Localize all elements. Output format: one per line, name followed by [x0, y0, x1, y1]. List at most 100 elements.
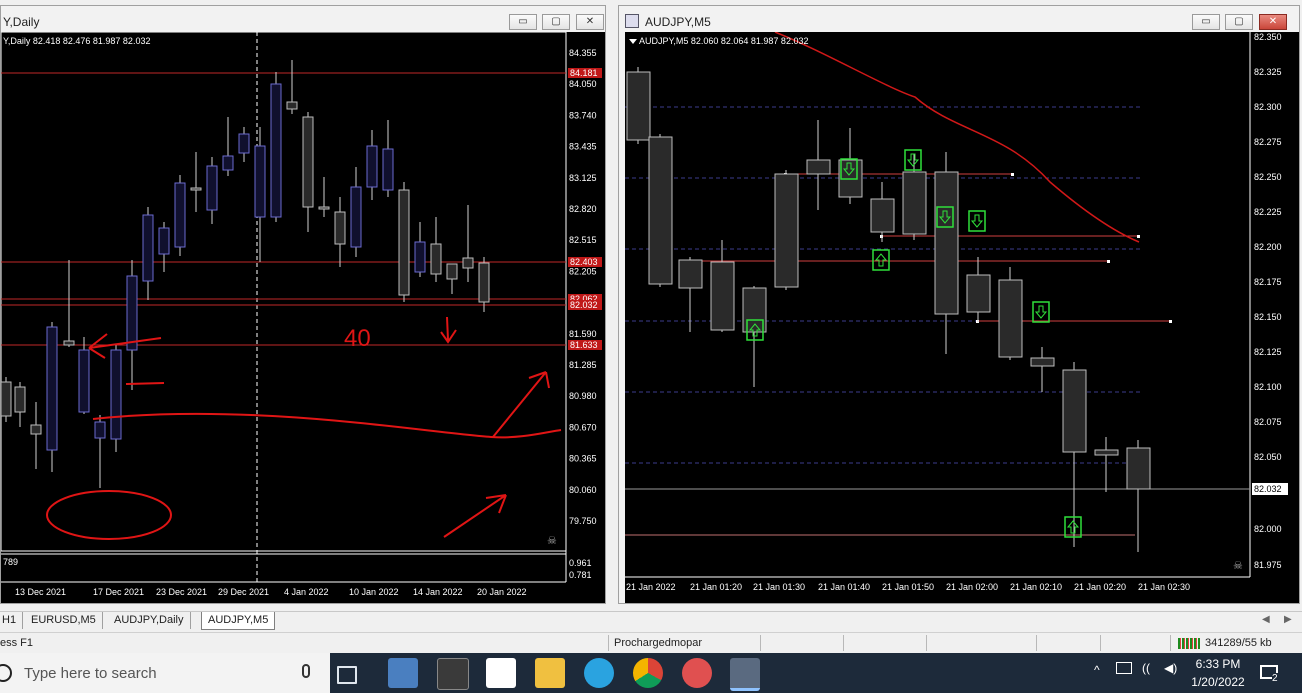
candle-body	[206, 165, 218, 211]
metatrader-icon[interactable]	[730, 658, 760, 691]
date-tick-label: 13 Dec 2021	[15, 587, 66, 597]
chart-menu-triangle-icon	[629, 39, 637, 44]
calculator-icon[interactable]	[437, 658, 469, 690]
candle-body	[430, 243, 442, 275]
candle-body	[302, 116, 314, 208]
candle-body	[366, 145, 378, 188]
show-hidden-icons-icon[interactable]: ^	[1094, 663, 1100, 677]
time-tick-label: 21 Jan 02:30	[1138, 582, 1190, 592]
arrow-annotation	[88, 333, 162, 359]
left-ohlc-readout: Y,Daily 82.418 82.476 81.987 82.032	[3, 36, 151, 46]
status-help-text: ess F1	[0, 637, 34, 649]
candle-body	[870, 198, 895, 233]
candle-body	[142, 214, 154, 282]
price-tick-label: 82.050	[1254, 452, 1282, 462]
tab-scroll-left-icon[interactable]: ◀	[1262, 614, 1270, 625]
telegram-icon[interactable]	[584, 658, 614, 688]
candle-body	[78, 349, 90, 413]
tab-audjpy-daily[interactable]: AUDJPY,Daily	[108, 612, 191, 629]
candle-body	[1, 381, 12, 417]
candle-body	[998, 279, 1023, 358]
snipping-tool-icon[interactable]	[682, 658, 712, 688]
candle-body	[238, 133, 250, 154]
circle-annotation	[46, 490, 172, 540]
minimize-button[interactable]: ▭	[1192, 14, 1220, 30]
order-marker	[1137, 235, 1140, 238]
candle-body	[350, 186, 362, 248]
volume-icon[interactable]: ◀)	[1164, 661, 1177, 675]
buy-arrow-icon	[1066, 520, 1080, 534]
order-marker	[1107, 260, 1110, 263]
skull-icon: ☠	[1233, 560, 1243, 572]
order-marker	[1169, 320, 1172, 323]
candle-body	[648, 136, 673, 285]
wifi-icon[interactable]: ((	[1142, 661, 1150, 675]
sticky-notes-icon[interactable]	[486, 658, 516, 688]
taskbar: Type here to search ^ (( ◀) 6:33 PM 1/20…	[0, 653, 1302, 693]
right-chart-area[interactable]: 82.350 82.325 82.300 82.275 82.250 82.225 82.2…	[625, 32, 1299, 603]
candle-body	[1126, 447, 1151, 490]
maximize-button[interactable]: ▢	[1225, 14, 1253, 30]
right-ohlc-readout: AUDJPY,M5 82.060 82.064 81.987 82.032	[639, 36, 809, 46]
network-icon[interactable]	[1116, 662, 1132, 674]
candle-body	[902, 171, 927, 235]
candle-body	[94, 421, 106, 439]
maximize-button[interactable]: ▢	[542, 14, 570, 30]
task-view-icon[interactable]	[337, 666, 357, 684]
tab-scroll-right-icon[interactable]: ▶	[1284, 614, 1292, 625]
price-tick-label: 82.100	[1254, 382, 1282, 392]
candle-body	[63, 340, 75, 346]
price-tick-label: 82.175	[1254, 277, 1282, 287]
sell-arrow-icon	[970, 214, 984, 228]
computer-icon[interactable]	[388, 658, 418, 688]
status-profile: Prochargedmopar	[614, 637, 703, 649]
left-chart-area[interactable]: 84.355 84.050 83.740 83.435 83.125 82.820 82.5…	[1, 32, 605, 603]
search-circle-icon	[0, 664, 12, 682]
price-tick-label: 82.300	[1254, 102, 1282, 112]
line-annotation	[125, 382, 165, 385]
tab-eurusd-m5[interactable]: EURUSD,M5	[25, 612, 103, 629]
date-tick-label: 14 Jan 2022	[413, 587, 463, 597]
time-tick-label: 21 Jan 01:20	[690, 582, 742, 592]
date-tick-label: 29 Dec 2021	[218, 587, 269, 597]
price-tick-label: 82.820	[569, 204, 597, 214]
minimize-button[interactable]: ▭	[509, 14, 537, 30]
candle-body	[678, 259, 703, 289]
candle-body	[30, 424, 42, 435]
clock-date[interactable]: 1/20/2022	[1188, 675, 1248, 689]
price-tick-label: 80.060	[569, 485, 597, 495]
close-button[interactable]: ✕	[1259, 14, 1287, 30]
chart-tabs: H1 EURUSD,M5 AUDJPY,Daily AUDJPY,M5 ◀ ▶	[0, 611, 1302, 631]
candle-body	[414, 241, 426, 273]
price-tick-label: 84.050	[569, 79, 597, 89]
clock-time[interactable]: 6:33 PM	[1194, 657, 1242, 671]
taskbar-search[interactable]: Type here to search	[0, 653, 330, 693]
time-tick-label: 21 Jan 02:00	[946, 582, 998, 592]
price-tick-label: 81.590	[569, 329, 597, 339]
tab-h1[interactable]: H1	[0, 612, 24, 629]
candle-body	[626, 71, 651, 141]
date-tick-label: 17 Dec 2021	[93, 587, 144, 597]
file-explorer-icon[interactable]	[535, 658, 565, 688]
level-price-tag-text: 82.403	[570, 257, 598, 267]
subwindow-value: 789	[3, 557, 18, 567]
chrome-icon[interactable]	[633, 658, 663, 688]
time-tick-label: 21 Jan 01:40	[818, 582, 870, 592]
close-button[interactable]: ✕	[576, 14, 604, 30]
price-tick-label: 82.200	[1254, 242, 1282, 252]
tab-audjpy-m5[interactable]: AUDJPY,M5	[201, 612, 276, 630]
date-tick-label: 23 Dec 2021	[156, 587, 207, 597]
price-tick-label: 81.975	[1254, 560, 1282, 570]
price-tick-label: 83.435	[569, 142, 597, 152]
time-tick-label: 21 Jan 02:10	[1010, 582, 1062, 592]
subwindow-value: 0.781	[569, 570, 592, 580]
price-tick-label: 82.325	[1254, 67, 1282, 77]
time-tick-label: 21 Jan 01:30	[753, 582, 805, 592]
chart-window-icon	[625, 14, 639, 28]
time-tick-label: 21 Jan 2022	[626, 582, 676, 592]
candle-body	[1030, 357, 1055, 367]
microphone-icon[interactable]	[302, 664, 310, 678]
candle-body	[774, 173, 799, 288]
right-window-title: AUDJPY,M5	[645, 15, 711, 29]
level-price-tag-text: 84.181	[570, 68, 598, 78]
